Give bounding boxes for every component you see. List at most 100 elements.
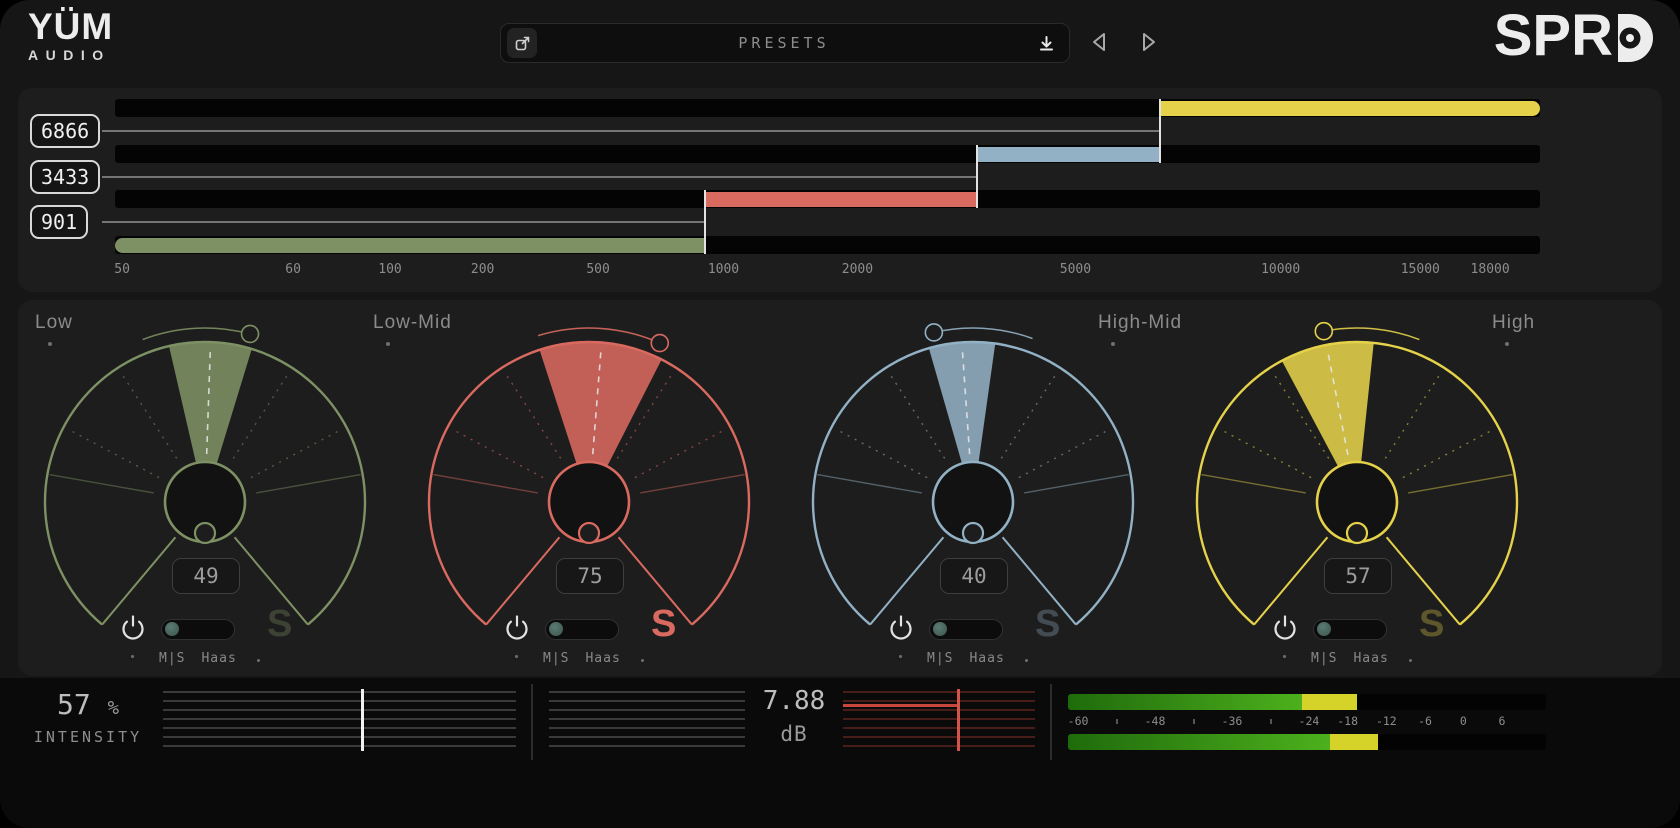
crossover-value-6866[interactable]: 6866 [30, 114, 100, 148]
crossover-link-line [102, 130, 1160, 132]
spectrum-segment-low-mid[interactable] [705, 192, 977, 207]
gauge-grid-line [433, 475, 537, 493]
power-button-low-mid[interactable] [500, 613, 534, 647]
spread-value-high-mid[interactable]: 40 [940, 558, 1008, 594]
gauge-pointer-handle[interactable] [651, 335, 668, 352]
gauge-grid-line [123, 376, 176, 458]
crossover-value-901[interactable]: 901 [30, 205, 88, 239]
spectrum-segment-high[interactable] [1160, 101, 1540, 116]
gauge-grid-line [1385, 376, 1438, 458]
ms-label: M|S [1311, 651, 1337, 666]
ms-haas-labels: M|S Haas [543, 651, 621, 666]
spectrum-segment-high-mid[interactable] [977, 147, 1159, 162]
crossover-handle-6866[interactable] [1159, 99, 1161, 163]
ms-haas-toggle-high[interactable] [1313, 619, 1387, 640]
ms-haas-labels: M|SHaas [159, 651, 237, 666]
ms-haas-toggle-high-mid[interactable] [929, 619, 1003, 640]
power-button-high[interactable] [1268, 613, 1302, 647]
pointer-arc [538, 328, 660, 343]
gauge-grid-line [891, 376, 944, 458]
intensity-readout: 57 % INTENSITY [30, 688, 146, 746]
meter-minor-tick [1116, 719, 1118, 724]
gauge-grid-line [817, 475, 921, 493]
meter-scale-label: -60 [1068, 714, 1089, 728]
gauge-grid-line [1201, 475, 1305, 493]
haas-slider-track[interactable] [549, 691, 745, 749]
ms-haas-toggle-low-mid[interactable] [545, 619, 619, 640]
toggle-knob[interactable] [165, 622, 179, 636]
footer: 57 % INTENSITY 7.88 dB -60-48-36-24-18-1… [0, 678, 1680, 828]
gauge-grid-line [1225, 432, 1312, 478]
meter-minor-tick [1193, 719, 1195, 724]
freq-tick-label: 50 [114, 262, 130, 277]
freq-tick-label: 1000 [708, 262, 739, 277]
gauge-pointer-handle[interactable] [242, 325, 259, 342]
header: YÜM AUDIO PRESETS [0, 0, 1680, 88]
presets-bar[interactable]: PRESETS [500, 23, 1070, 63]
crossover-handle-3433[interactable] [976, 145, 978, 208]
ms-haas-toggle-low[interactable] [161, 619, 235, 640]
freq-tick-label: 18000 [1471, 262, 1510, 277]
footer-divider [531, 684, 533, 760]
haas-label: Haas [969, 651, 1004, 666]
intensity-value: 57 % [30, 688, 146, 721]
meter-minor-tick [1270, 719, 1272, 724]
spread-value-low[interactable]: 49 [172, 558, 240, 594]
power-button-low[interactable] [116, 613, 150, 647]
meter-scale-label: -36 [1222, 714, 1243, 728]
gauge-grid-line [457, 432, 544, 478]
power-dot [1283, 655, 1286, 658]
gauge-grid-line [640, 475, 744, 493]
toggle-knob[interactable] [549, 622, 563, 636]
ms-label: M|S [543, 651, 569, 666]
presets-label[interactable]: PRESETS [537, 34, 1031, 52]
pointer-arc [934, 328, 1033, 338]
gauge-pointer-handle[interactable] [925, 324, 942, 341]
power-button-high-mid[interactable] [884, 613, 918, 647]
crossover-handle-901[interactable] [704, 190, 706, 254]
preset-download-button[interactable] [1031, 28, 1061, 58]
meter-fill-green [1068, 694, 1302, 710]
meter-scale-label: 0 [1460, 714, 1467, 728]
next-preset-button[interactable] [1134, 29, 1162, 57]
bands-panel: Low49SM|SHaasLow-Mid75SM|SHaasHigh-Mid40… [18, 300, 1662, 676]
ms-label: M|S [159, 651, 185, 666]
solo-button-high-mid[interactable]: S [1035, 602, 1060, 646]
solo-button-high[interactable]: S [1419, 602, 1444, 646]
db-slider[interactable] [843, 691, 1035, 749]
gauge-grid-line [1024, 475, 1128, 493]
level-meters: -60-48-36-24-18-12-606 [1068, 694, 1546, 756]
spread-value-low-mid[interactable]: 75 [556, 558, 624, 594]
export-icon [514, 35, 531, 52]
intensity-slider-handle[interactable] [361, 689, 364, 751]
db-readout: 7.88 dB [745, 686, 843, 746]
intensity-unit: % [108, 697, 119, 719]
freq-tick-label: 15000 [1401, 262, 1440, 277]
ms-haas-labels: M|SHaas [1311, 651, 1389, 666]
solo-dot [1025, 659, 1028, 662]
toggle-knob[interactable] [933, 622, 947, 636]
power-dot [899, 655, 902, 658]
gauge-grid-line [251, 432, 338, 478]
preset-save-button[interactable] [507, 28, 537, 58]
toggle-knob[interactable] [1317, 622, 1331, 636]
haas-label: Haas [585, 651, 620, 666]
spectrum-segment-low[interactable] [115, 238, 705, 253]
spectrum-track-1 [115, 145, 1540, 163]
level-meter-bottom [1068, 734, 1546, 750]
intensity-slider[interactable] [163, 691, 516, 749]
spread-value-high[interactable]: 57 [1324, 558, 1392, 594]
pointer-arc [143, 328, 250, 340]
gauge-grid-line [73, 432, 160, 478]
intensity-label: INTENSITY [30, 728, 146, 746]
solo-dot [257, 659, 260, 662]
crossover-value-3433[interactable]: 3433 [30, 160, 100, 194]
gauge-grid-line [49, 475, 153, 493]
knob-notch [963, 523, 983, 543]
solo-button-low-mid[interactable]: S [651, 602, 676, 646]
solo-button-low[interactable]: S [267, 602, 292, 646]
prev-preset-button[interactable] [1086, 29, 1114, 57]
gauge-pointer-handle[interactable] [1315, 323, 1332, 340]
knob-notch [195, 523, 215, 543]
db-slider-handle[interactable] [957, 689, 960, 751]
